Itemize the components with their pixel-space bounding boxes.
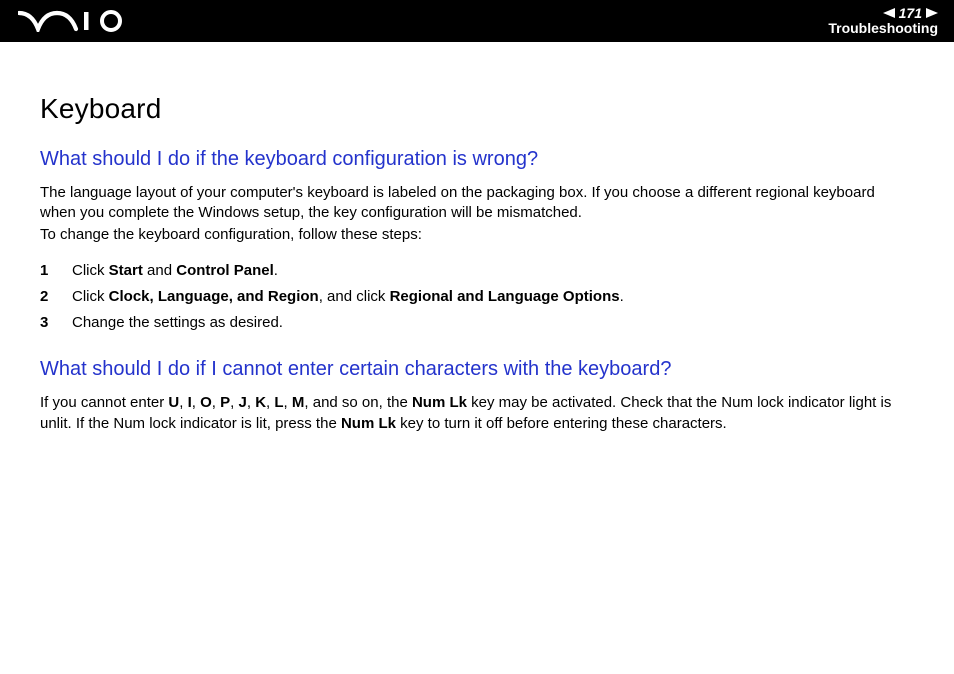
vaio-logo <box>18 10 128 32</box>
step-number: 2 <box>40 287 54 307</box>
next-page-arrow-icon[interactable] <box>926 8 938 18</box>
step-text: Change the settings as desired. <box>72 313 283 333</box>
question-2-heading: What should I do if I cannot enter certa… <box>40 356 914 383</box>
page-title: Keyboard <box>40 90 914 128</box>
vaio-logo-icon <box>18 10 128 32</box>
q1-paragraph-1: The language layout of your computer's k… <box>40 183 914 224</box>
step-number: 1 <box>40 261 54 281</box>
q2-paragraph: If you cannot enter U, I, O, P, J, K, L,… <box>40 393 914 434</box>
header-right: 171 Troubleshooting <box>828 6 938 37</box>
content-area: Keyboard What should I do if the keyboar… <box>0 42 954 434</box>
page-nav: 171 <box>828 6 938 21</box>
step-text: Click Start and Control Panel. <box>72 261 278 281</box>
step-1: 1 Click Start and Control Panel. <box>40 258 914 284</box>
step-text: Click Clock, Language, and Region, and c… <box>72 287 624 307</box>
prev-page-arrow-icon[interactable] <box>883 8 895 18</box>
step-2: 2 Click Clock, Language, and Region, and… <box>40 284 914 310</box>
q1-paragraph-2: To change the keyboard configuration, fo… <box>40 225 914 245</box>
section-name: Troubleshooting <box>828 21 938 36</box>
step-number: 3 <box>40 313 54 333</box>
question-1-heading: What should I do if the keyboard configu… <box>40 146 914 173</box>
steps-list: 1 Click Start and Control Panel. 2 Click… <box>40 258 914 337</box>
step-3: 3 Change the settings as desired. <box>40 310 914 336</box>
header-bar: 171 Troubleshooting <box>0 0 954 42</box>
question-1-body: The language layout of your computer's k… <box>40 183 914 246</box>
page-number: 171 <box>899 6 922 21</box>
